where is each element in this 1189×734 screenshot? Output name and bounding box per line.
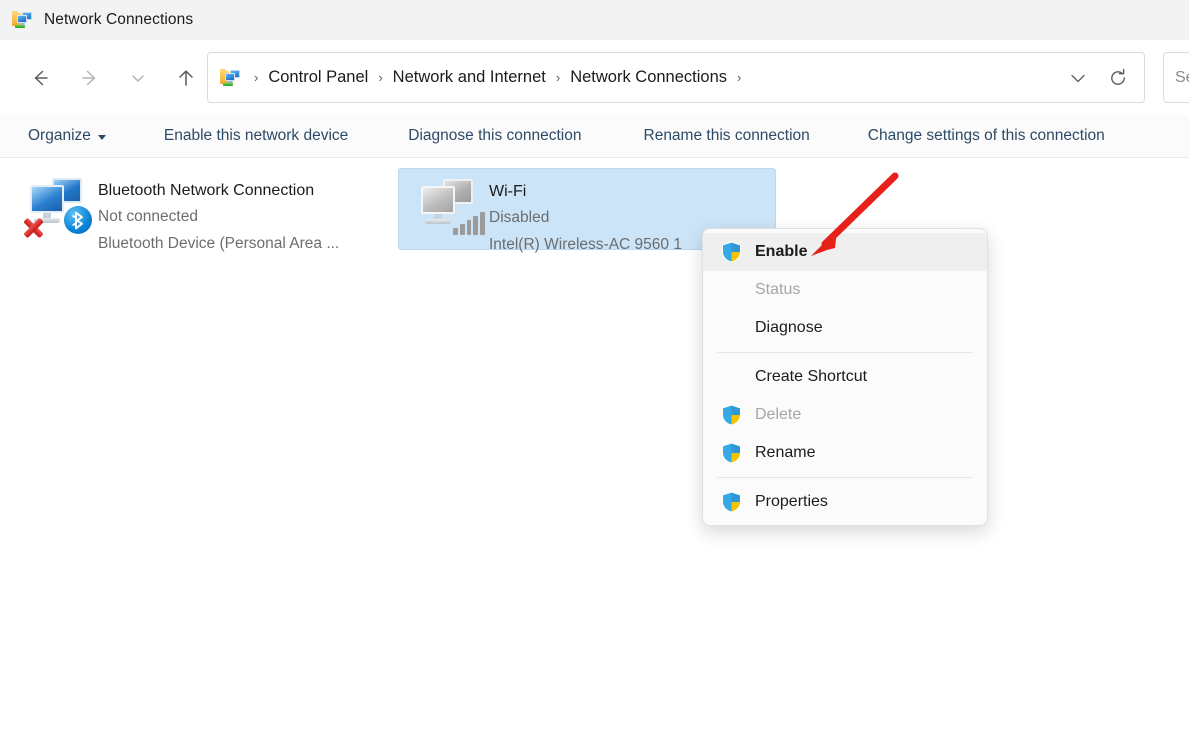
address-bar[interactable]: › Control Panel › Network and Internet ›…	[207, 52, 1145, 103]
no-icon-placeholder	[717, 316, 745, 340]
context-menu-item-enable[interactable]: Enable	[703, 233, 987, 271]
signal-bars-icon	[453, 209, 485, 235]
connection-device: Bluetooth Device (Personal Area ...	[98, 235, 340, 252]
enable-network-device-button[interactable]: Enable this network device	[158, 122, 354, 150]
context-menu: Enable Status Diagnose Create Shortcut D…	[702, 228, 988, 526]
shield-icon	[717, 240, 745, 264]
shield-icon	[717, 490, 745, 514]
breadcrumb: › Control Panel › Network and Internet ›…	[250, 64, 1058, 91]
up-arrow-icon[interactable]	[166, 58, 206, 98]
address-chevron-down-icon[interactable]	[1058, 58, 1098, 98]
rename-connection-button[interactable]: Rename this connection	[638, 122, 816, 150]
search-box[interactable]	[1163, 52, 1189, 103]
breadcrumb-separator-0: ›	[254, 70, 259, 85]
bluetooth-icon	[64, 206, 92, 234]
no-icon-placeholder	[717, 278, 745, 302]
breadcrumb-item-network-connections[interactable]: Network Connections	[564, 64, 733, 91]
forward-arrow-icon[interactable]	[70, 58, 110, 98]
context-menu-item-label: Diagnose	[755, 319, 823, 336]
network-adapter-wifi-icon	[411, 177, 485, 243]
context-menu-item-create-shortcut[interactable]: Create Shortcut	[703, 358, 987, 396]
chevron-down-icon	[97, 134, 106, 140]
organize-label: Organize	[28, 127, 91, 144]
context-menu-item-diagnose[interactable]: Diagnose	[703, 309, 987, 347]
connection-status: Disabled	[489, 209, 550, 226]
context-menu-item-label: Status	[755, 281, 801, 298]
network-folder-icon	[12, 9, 34, 31]
address-network-folder-icon	[220, 67, 242, 89]
context-menu-item-status[interactable]: Status	[703, 271, 987, 309]
refresh-icon[interactable]	[1098, 58, 1138, 98]
context-menu-item-label: Properties	[755, 493, 828, 510]
context-menu-item-rename[interactable]: Rename	[703, 434, 987, 472]
breadcrumb-item-network-and-internet[interactable]: Network and Internet	[387, 64, 552, 91]
list-item-bluetooth-network-connection[interactable]: Bluetooth Network Connection Not connect…	[8, 168, 388, 252]
breadcrumb-item-control-panel[interactable]: Control Panel	[262, 64, 374, 91]
breadcrumb-separator-1: ›	[378, 70, 383, 85]
context-menu-item-label: Enable	[755, 243, 808, 260]
connections-list: Bluetooth Network Connection Not connect…	[0, 158, 1189, 734]
recent-locations-chevron-down-icon[interactable]	[118, 58, 158, 98]
command-bar: Organize Enable this network device Diag…	[0, 115, 1189, 158]
disconnected-x-icon	[20, 214, 46, 240]
connection-device: Intel(R) Wireless-AC 9560 1	[489, 236, 682, 253]
organize-button[interactable]: Organize	[22, 122, 112, 150]
change-settings-button[interactable]: Change settings of this connection	[862, 122, 1111, 150]
connection-name: Bluetooth Network Connection	[98, 182, 315, 199]
context-menu-item-label: Delete	[755, 406, 802, 423]
window-title: Network Connections	[44, 11, 194, 28]
context-menu-item-label: Rename	[755, 444, 816, 461]
shield-icon	[717, 403, 745, 427]
title-bar: Network Connections	[0, 0, 1189, 40]
search-input[interactable]	[1175, 68, 1189, 87]
context-menu-item-properties[interactable]: Properties	[703, 483, 987, 521]
network-adapter-bluetooth-icon	[20, 176, 94, 242]
back-arrow-icon[interactable]	[20, 58, 60, 98]
breadcrumb-separator-3: ›	[737, 70, 742, 85]
context-menu-separator	[717, 477, 973, 478]
context-menu-separator	[717, 352, 973, 353]
context-menu-item-label: Create Shortcut	[755, 368, 868, 385]
context-menu-item-delete[interactable]: Delete	[703, 396, 987, 434]
diagnose-connection-button[interactable]: Diagnose this connection	[402, 122, 587, 150]
no-icon-placeholder	[717, 365, 745, 389]
breadcrumb-separator-2: ›	[555, 70, 561, 85]
connection-name: Wi-Fi	[489, 183, 527, 200]
connection-status: Not connected	[98, 208, 198, 225]
shield-icon	[717, 441, 745, 465]
